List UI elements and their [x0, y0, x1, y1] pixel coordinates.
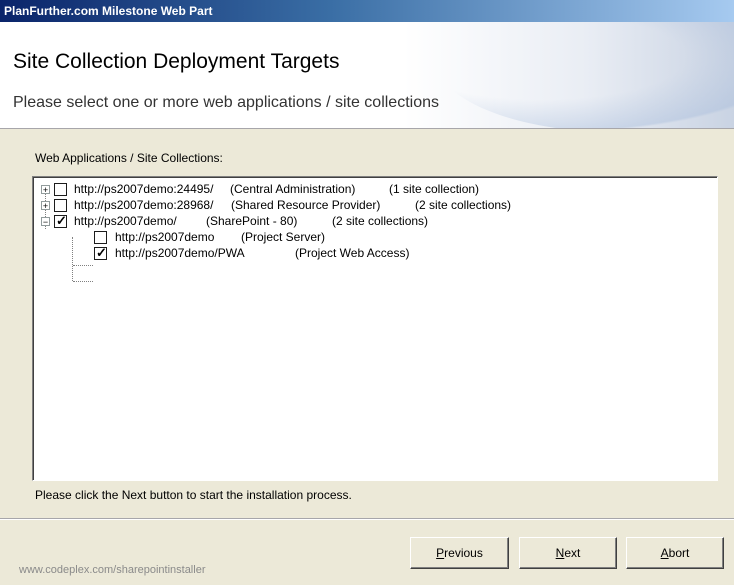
node-checkbox[interactable] [54, 183, 67, 196]
abort-button[interactable]: Abort [626, 537, 724, 569]
node-url: http://ps2007demo:24495/ [74, 182, 214, 196]
tree-connector-line [73, 265, 93, 266]
window-title: PlanFurther.com Milestone Web Part [4, 4, 213, 18]
plus-expander-icon[interactable]: + [41, 185, 50, 195]
site-collection-tree[interactable]: + http://ps2007demo:24495/ (Central Admi… [32, 176, 718, 481]
instruction-hint: Please click the Next button to start th… [35, 488, 352, 502]
checkmark-icon: ✓ [56, 213, 67, 228]
tree-node[interactable]: + http://ps2007demo:28968/ (Shared Resou… [33, 197, 713, 213]
node-name: (Project Web Access) [295, 246, 410, 260]
tree-child-node[interactable]: ✓ http://ps2007demo/PWA (Project Web Acc… [33, 245, 713, 261]
node-info: (1 site collection) [389, 182, 480, 196]
access-key: A [660, 546, 669, 560]
node-checkbox[interactable] [54, 199, 67, 212]
node-name: (SharePoint - 80) [206, 214, 298, 228]
node-name: (Project Server) [241, 230, 326, 244]
node-name: (Shared Resource Provider) [231, 198, 381, 212]
previous-button[interactable]: Previous [410, 537, 509, 569]
header-banner: Site Collection Deployment Targets Pleas… [0, 22, 734, 129]
node-checkbox[interactable]: ✓ [54, 213, 67, 228]
tree-label: Web Applications / Site Collections: [35, 151, 223, 165]
tree-node[interactable]: − ✓ http://ps2007demo/ (SharePoint - 80)… [33, 213, 713, 229]
plus-expander-icon[interactable]: + [41, 201, 50, 211]
divider-highlight [0, 519, 734, 520]
page-title: Site Collection Deployment Targets [13, 50, 340, 73]
button-label: ext [564, 546, 581, 560]
button-label: bort [668, 546, 690, 560]
node-url: http://ps2007demo/ [74, 214, 177, 228]
node-url: http://ps2007demo/PWA [115, 246, 245, 260]
node-info: (2 site collections) [415, 198, 512, 212]
tree-child-node[interactable]: http://ps2007demo (Project Server) [33, 229, 713, 245]
installer-window: PlanFurther.com Milestone Web Part Site … [0, 0, 734, 585]
tree-connector-line [73, 281, 93, 282]
title-bar: PlanFurther.com Milestone Web Part [0, 0, 734, 22]
tree-node[interactable]: + http://ps2007demo:24495/ (Central Admi… [33, 181, 713, 197]
node-checkbox[interactable] [94, 231, 107, 244]
node-url: http://ps2007demo [115, 230, 215, 244]
next-button[interactable]: Next [519, 537, 617, 569]
node-info: (2 site collections) [332, 214, 429, 228]
button-label: revious [444, 546, 483, 560]
page-subtitle: Please select one or more web applicatio… [13, 94, 439, 111]
node-checkbox[interactable]: ✓ [94, 245, 107, 260]
banner-swoosh-graphic [434, 22, 734, 128]
checkmark-icon: ✓ [96, 245, 107, 260]
footer-link-text: www.codeplex.com/sharepointinstaller [19, 564, 206, 576]
minus-expander-icon[interactable]: − [41, 217, 50, 227]
access-key: P [436, 546, 445, 560]
node-url: http://ps2007demo:28968/ [74, 198, 214, 212]
node-name: (Central Administration) [230, 182, 356, 196]
